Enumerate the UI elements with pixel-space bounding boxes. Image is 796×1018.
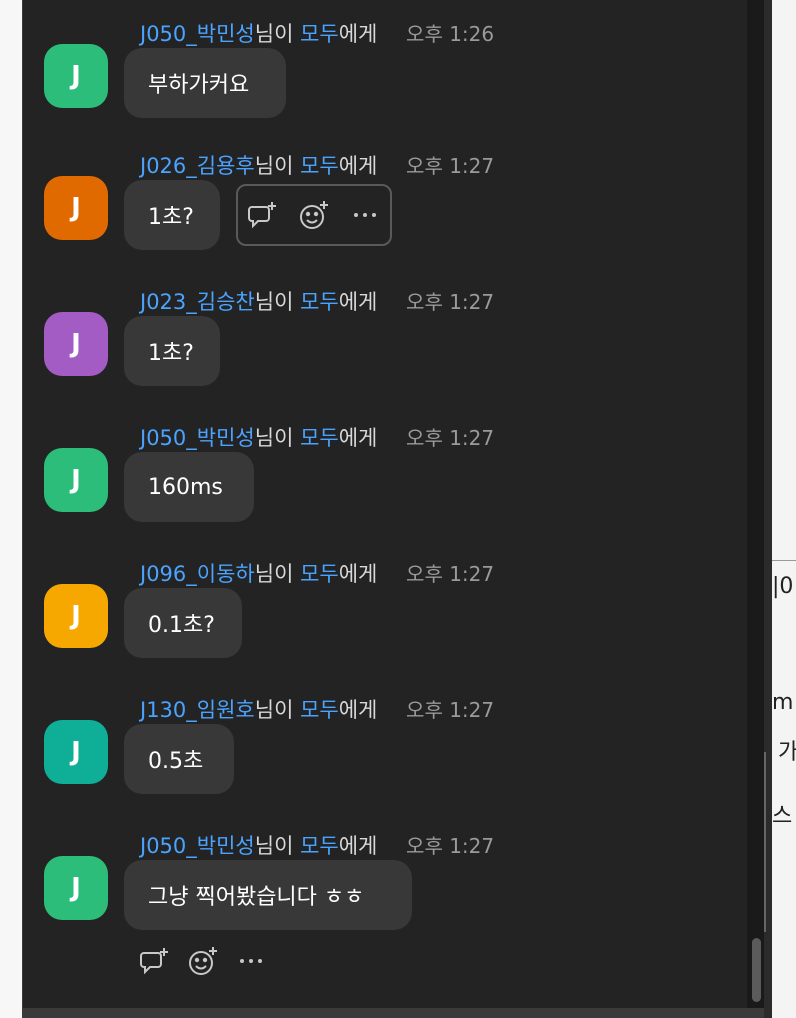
sender-name[interactable]: J050_박민성 bbox=[140, 834, 255, 858]
header-suffix: 에게 bbox=[338, 154, 378, 178]
app-root: |0 m 가 스 J050_박민성님이 모두에게 오후 1:26 J 부하가커요… bbox=[0, 0, 796, 1018]
message-bubble[interactable]: 1초? bbox=[124, 316, 220, 386]
header-suffix: 에게 bbox=[338, 426, 378, 450]
reply-add-icon[interactable] bbox=[138, 944, 172, 978]
background-text-fragment: |0 bbox=[772, 574, 794, 599]
message-bubble[interactable]: 160ms bbox=[124, 452, 254, 522]
header-suffix: 님이 bbox=[254, 834, 294, 858]
sender-name[interactable]: J130_임원호 bbox=[140, 698, 255, 722]
avatar[interactable]: J bbox=[44, 856, 108, 920]
header-suffix: 에게 bbox=[338, 698, 378, 722]
avatar[interactable]: J bbox=[44, 312, 108, 376]
header-suffix: 님이 bbox=[254, 154, 294, 178]
reply-add-icon[interactable] bbox=[246, 198, 280, 232]
avatar[interactable]: J bbox=[44, 176, 108, 240]
message-bubble[interactable]: 0.1초? bbox=[124, 588, 242, 658]
header-suffix: 에게 bbox=[338, 562, 378, 586]
message-bubble[interactable]: 0.5초 bbox=[124, 724, 234, 794]
background-text-fragment: 스 bbox=[772, 804, 793, 829]
chat-scrollbar-thumb[interactable] bbox=[752, 938, 761, 1002]
chat-bottom-strip bbox=[22, 1008, 764, 1018]
message-header: J130_임원호님이 모두에게 오후 1:27 bbox=[140, 694, 494, 724]
avatar[interactable]: J bbox=[44, 44, 108, 108]
message-time: 오후 1:27 bbox=[406, 698, 495, 722]
background-divider bbox=[772, 560, 796, 561]
message-action-row bbox=[138, 944, 268, 978]
chat-scrollbar-track[interactable] bbox=[747, 0, 764, 1008]
avatar[interactable]: J bbox=[44, 720, 108, 784]
message-action-bar bbox=[236, 184, 392, 246]
header-suffix: 님이 bbox=[254, 22, 294, 46]
background-text-fragment: 가 bbox=[778, 740, 796, 765]
header-suffix: 님이 bbox=[254, 698, 294, 722]
header-suffix: 에게 bbox=[338, 22, 378, 46]
background-window bbox=[772, 0, 796, 1018]
recipient-name[interactable]: 모두 bbox=[300, 22, 339, 46]
avatar[interactable]: J bbox=[44, 584, 108, 648]
message-header: J050_박민성님이 모두에게 오후 1:26 bbox=[140, 18, 494, 48]
header-suffix: 님이 bbox=[254, 562, 294, 586]
more-icon[interactable] bbox=[234, 944, 268, 978]
header-suffix: 에게 bbox=[338, 834, 378, 858]
message-bubble[interactable]: 1초? bbox=[124, 180, 220, 250]
message-header: J023_김승찬님이 모두에게 오후 1:27 bbox=[140, 286, 494, 316]
more-icon[interactable] bbox=[348, 198, 382, 232]
sender-name[interactable]: J026_김용후 bbox=[140, 154, 255, 178]
avatar[interactable]: J bbox=[44, 448, 108, 512]
message-time: 오후 1:27 bbox=[406, 834, 495, 858]
recipient-name[interactable]: 모두 bbox=[300, 426, 339, 450]
background-vertical-line bbox=[764, 752, 766, 932]
header-suffix: 님이 bbox=[254, 290, 294, 314]
message-time: 오후 1:26 bbox=[406, 22, 495, 46]
sender-name[interactable]: J096_이동하 bbox=[140, 562, 255, 586]
message-header: J026_김용후님이 모두에게 오후 1:27 bbox=[140, 150, 494, 180]
message-bubble[interactable]: 그냥 찍어봤습니다 ㅎㅎ bbox=[124, 860, 412, 930]
message-time: 오후 1:27 bbox=[406, 154, 495, 178]
message-bubble[interactable]: 부하가커요 bbox=[124, 48, 286, 118]
sender-name[interactable]: J050_박민성 bbox=[140, 22, 255, 46]
message-time: 오후 1:27 bbox=[406, 426, 495, 450]
recipient-name[interactable]: 모두 bbox=[300, 834, 339, 858]
background-text-fragment: m bbox=[772, 690, 794, 715]
emoji-add-icon[interactable] bbox=[186, 944, 220, 978]
message-header: J096_이동하님이 모두에게 오후 1:27 bbox=[140, 558, 494, 588]
recipient-name[interactable]: 모두 bbox=[300, 290, 339, 314]
header-suffix: 에게 bbox=[338, 290, 378, 314]
sender-name[interactable]: J050_박민성 bbox=[140, 426, 255, 450]
sender-name[interactable]: J023_김승찬 bbox=[140, 290, 255, 314]
recipient-name[interactable]: 모두 bbox=[300, 562, 339, 586]
message-header: J050_박민성님이 모두에게 오후 1:27 bbox=[140, 830, 494, 860]
message-time: 오후 1:27 bbox=[406, 290, 495, 314]
emoji-add-icon[interactable] bbox=[297, 198, 331, 232]
recipient-name[interactable]: 모두 bbox=[300, 154, 339, 178]
header-suffix: 님이 bbox=[254, 426, 294, 450]
message-time: 오후 1:27 bbox=[406, 562, 495, 586]
recipient-name[interactable]: 모두 bbox=[300, 698, 339, 722]
message-header: J050_박민성님이 모두에게 오후 1:27 bbox=[140, 422, 494, 452]
